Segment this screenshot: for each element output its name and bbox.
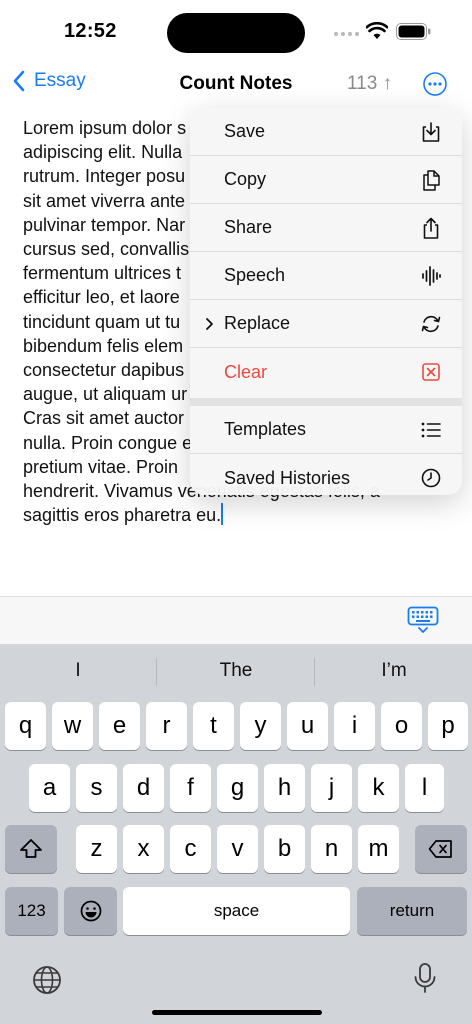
key-p[interactable]: p	[428, 702, 468, 750]
text-cursor	[221, 503, 224, 526]
key-r[interactable]: r	[146, 702, 187, 750]
menu-item-copy[interactable]: Copy	[190, 156, 462, 204]
menu-item-label: Saved Histories	[224, 467, 351, 488]
menu-item-replace[interactable]: Replace	[190, 300, 462, 348]
key-s[interactable]: s	[76, 764, 117, 812]
microphone-icon[interactable]	[409, 962, 441, 994]
globe-icon[interactable]	[31, 964, 63, 996]
numbers-key[interactable]: 123	[5, 887, 58, 935]
key-c[interactable]: c	[170, 825, 211, 873]
menu-item-templates[interactable]: Templates	[190, 406, 462, 454]
shift-arrow-icon	[20, 839, 42, 858]
key-g[interactable]: g	[217, 764, 258, 812]
menu-divider	[190, 398, 462, 406]
delete-key[interactable]	[415, 825, 467, 873]
actions-menu: Save Copy Share Speech Replace Clear Tem…	[190, 108, 462, 495]
share-icon	[423, 217, 439, 239]
key-w[interactable]: w	[52, 702, 93, 750]
menu-item-label: Speech	[224, 265, 286, 285]
key-b[interactable]: b	[264, 825, 305, 873]
arrows-circle-icon	[421, 315, 441, 333]
shift-key[interactable]	[5, 825, 57, 873]
key-j[interactable]: j	[311, 764, 352, 812]
key-f[interactable]: f	[170, 764, 211, 812]
key-o[interactable]: o	[381, 702, 422, 750]
menu-item-speech[interactable]: Speech	[190, 252, 462, 300]
navigation-bar: Essay Count Notes 113 ↑	[0, 62, 472, 106]
chevron-right-icon	[206, 318, 213, 330]
list-icon	[421, 422, 441, 438]
menu-item-clear[interactable]: Clear	[190, 348, 462, 396]
key-d[interactable]: d	[123, 764, 164, 812]
editor-line-last: sagittis eros pharetra eu.	[23, 503, 443, 527]
key-e[interactable]: e	[99, 702, 140, 750]
key-v[interactable]: v	[217, 825, 258, 873]
menu-item-label: Templates	[224, 419, 307, 439]
clock-icon	[421, 468, 441, 488]
emoji-face-icon	[80, 900, 101, 922]
copy-documents-icon	[423, 170, 440, 191]
menu-item-label: Replace	[224, 313, 291, 333]
suggestion-item[interactable]: The	[158, 660, 314, 682]
key-m[interactable]: m	[358, 825, 399, 873]
key-a[interactable]: a	[29, 764, 70, 812]
waveform-icon	[422, 266, 441, 286]
key-i[interactable]: i	[334, 702, 375, 750]
key-z[interactable]: z	[76, 825, 117, 873]
menu-item-share[interactable]: Share	[190, 204, 462, 252]
key-t[interactable]: t	[193, 702, 234, 750]
key-h[interactable]: h	[264, 764, 305, 812]
emoji-key[interactable]	[64, 887, 117, 935]
suggestion-item[interactable]: I	[0, 660, 156, 682]
status-time: 12:52	[64, 20, 117, 42]
home-indicator	[152, 1010, 322, 1015]
key-x[interactable]: x	[123, 825, 164, 873]
save-tray-icon	[422, 122, 440, 142]
word-count[interactable]: 113 ↑	[347, 73, 392, 95]
key-y[interactable]: y	[240, 702, 281, 750]
menu-item-saved-histories[interactable]: Saved Histories	[190, 454, 462, 495]
more-options-icon[interactable]	[423, 72, 447, 96]
menu-item-save[interactable]: Save	[190, 108, 462, 156]
key-n[interactable]: n	[311, 825, 352, 873]
suggestion-item[interactable]: I’m	[316, 660, 472, 682]
suggestion-divider	[156, 658, 157, 686]
key-u[interactable]: u	[287, 702, 328, 750]
suggestion-divider	[314, 658, 315, 686]
cellular-signal-icon	[334, 32, 359, 36]
clear-x-square-icon	[422, 363, 440, 381]
page-title: Count Notes	[179, 73, 293, 94]
software-keyboard: I The I’m q w e r t y u i o p a s d f g …	[0, 644, 472, 1024]
key-k[interactable]: k	[358, 764, 399, 812]
key-l[interactable]: l	[405, 764, 444, 812]
space-key[interactable]: space	[123, 887, 350, 935]
wifi-icon	[366, 22, 388, 39]
key-q[interactable]: q	[5, 702, 46, 750]
menu-item-label: Save	[224, 121, 266, 141]
keyboard-dismiss-icon[interactable]	[407, 606, 439, 634]
return-key[interactable]: return	[357, 887, 467, 935]
menu-item-label: Clear	[224, 361, 268, 382]
battery-icon	[396, 23, 431, 40]
status-bar: 12:52	[0, 0, 472, 62]
keyboard-toolbar	[0, 596, 472, 644]
editor-line: sagittis eros pharetra eu.	[23, 505, 222, 526]
dynamic-island	[167, 13, 305, 53]
backspace-icon	[428, 840, 452, 858]
menu-item-label: Copy	[224, 169, 267, 189]
menu-item-label: Share	[224, 217, 273, 237]
predictive-bar: I The I’m	[0, 644, 472, 699]
